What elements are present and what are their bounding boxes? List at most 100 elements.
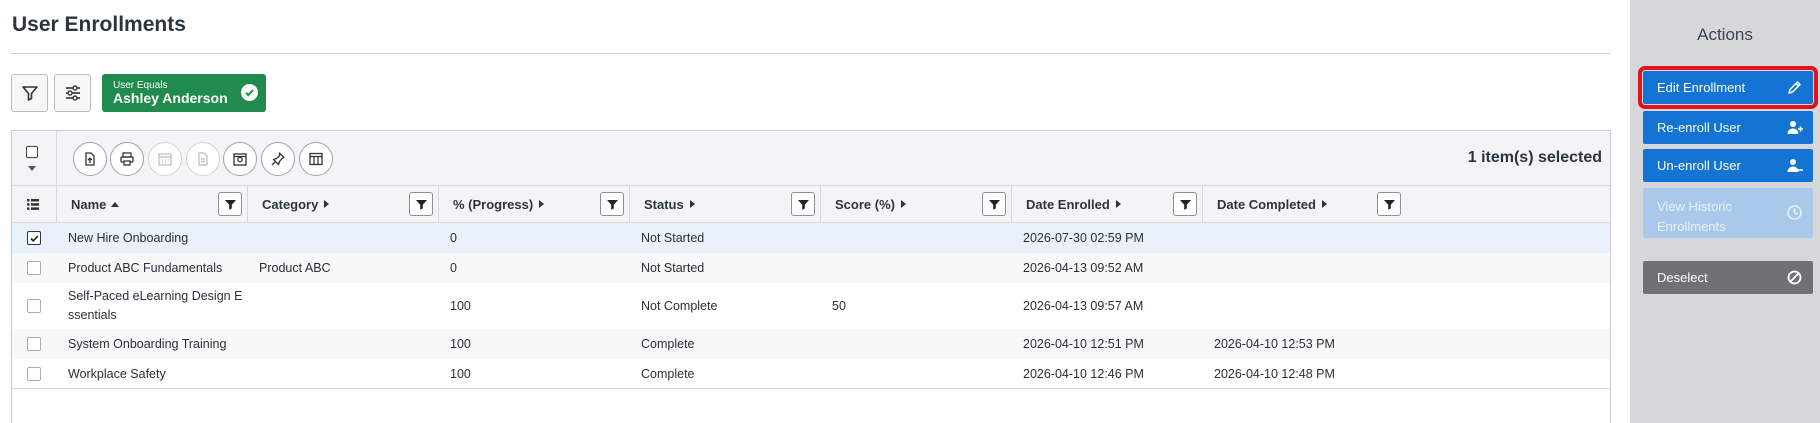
column-filter-button[interactable] [409,192,433,216]
edit-enrollment-label: Edit Enrollment [1657,80,1746,95]
cell-status: Not Started [641,231,705,245]
columns-icon [309,152,323,166]
sort-icon [1115,200,1121,208]
funnel-icon [797,199,809,210]
filter-chip[interactable]: User Equals Ashley Anderson [102,74,266,112]
clock-icon [1787,205,1802,220]
print-button[interactable] [110,142,144,176]
funnel-icon [415,199,427,210]
column-name-label[interactable]: Name [71,197,120,212]
document-icon [198,152,208,166]
cell-name: New Hire Onboarding [68,231,189,245]
column-filter-button[interactable] [1377,192,1401,216]
re-enroll-user-button[interactable]: Re-enroll User [1643,111,1813,144]
enrollments-grid: 1 item(s) selected Name Category % (Prog… [11,130,1611,423]
cell-progress: 100 [450,299,471,313]
column-status-label[interactable]: Status [644,197,695,212]
sliders-icon [65,85,80,101]
table-row[interactable]: Workplace Safety 100 Complete 2026-04-10… [12,359,1610,389]
column-settings-button[interactable] [54,74,91,112]
check-circle-icon [241,84,258,101]
cell-name: Product ABC Fundamentals [68,261,223,275]
block-icon [1787,270,1802,285]
cell-progress: 100 [450,367,471,381]
column-status[interactable]: Status [629,186,820,223]
row-checkbox[interactable] [27,261,41,275]
column-date-enrolled[interactable]: Date Enrolled [1011,186,1202,223]
table-row[interactable]: Self-Paced eLearning Design E ssentials … [12,283,1610,329]
deselect-button[interactable]: Deselect [1643,261,1813,294]
un-enroll-user-button[interactable]: Un-enroll User [1643,149,1813,182]
view-historic-enrollments-label: View Historic Enrollments [1657,199,1732,234]
print-icon [120,152,134,166]
cell-date-enrolled: 2026-04-13 09:57 AM [1023,299,1144,313]
column-filter-button[interactable] [982,192,1006,216]
column-category[interactable]: Category [247,186,438,223]
funnel-icon [224,199,236,210]
table-row[interactable]: Product ABC Fundamentals Product ABC 0 N… [12,253,1610,283]
calendar-icon [158,153,172,166]
row-options-header[interactable] [12,186,56,223]
filter-button[interactable] [11,74,48,112]
grid-toolbar: 1 item(s) selected [12,131,1610,186]
column-header-row: Name Category % (Progress) Status Score … [12,186,1610,223]
main-content: User Enrollments User Equals Ashley Ande… [0,0,1630,423]
column-progress[interactable]: % (Progress) [438,186,629,223]
column-date-completed[interactable]: Date Completed [1202,186,1610,223]
title-divider [11,53,1611,54]
cell-name: Workplace Safety [68,367,166,381]
certificate-button[interactable] [223,142,257,176]
deselect-label: Deselect [1657,270,1708,285]
table-row[interactable]: System Onboarding Training 100 Complete … [12,329,1610,359]
funnel-icon [1383,199,1395,210]
actions-panel: Actions Edit Enrollment Re-enroll User U… [1630,0,1820,423]
list-icon [27,199,39,210]
cell-status: Complete [641,367,695,381]
column-filter-button[interactable] [1173,192,1197,216]
column-date-enrolled-label[interactable]: Date Enrolled [1026,197,1121,212]
column-filter-button[interactable] [791,192,815,216]
page-title: User Enrollments [12,13,186,36]
view-historic-enrollments-button: View Historic Enrollments [1643,188,1813,238]
column-score[interactable]: Score (%) [820,186,1011,223]
export-button[interactable] [73,142,107,176]
column-filter-button[interactable] [600,192,624,216]
funnel-icon [21,86,38,101]
sort-icon [1321,200,1327,208]
select-options-chevron-icon[interactable] [28,166,36,171]
export-icon [85,152,95,166]
column-progress-label[interactable]: % (Progress) [453,197,545,212]
cell-progress: 0 [450,231,457,245]
column-score-label[interactable]: Score (%) [835,197,906,212]
row-checkbox[interactable] [27,367,41,381]
cell-status: Complete [641,337,695,351]
cell-name: System Onboarding Training [68,337,227,351]
sort-icon [324,200,330,208]
column-category-label[interactable]: Category [262,197,330,212]
sort-icon [539,200,545,208]
re-enroll-user-label: Re-enroll User [1657,120,1741,135]
row-checkbox[interactable] [27,231,41,245]
column-date-completed-label[interactable]: Date Completed [1217,197,1327,212]
pencil-icon [1788,81,1801,94]
user-remove-icon [1787,159,1803,172]
selection-count: 1 item(s) selected [1467,149,1602,166]
select-all-checkbox[interactable] [26,146,38,158]
cell-name-line: ssentials [68,308,117,322]
column-name[interactable]: Name [56,186,247,223]
funnel-icon [606,199,618,210]
cell-category: Product ABC [259,261,331,275]
pin-button[interactable] [261,142,295,176]
edit-enrollment-button[interactable]: Edit Enrollment [1638,66,1818,109]
column-filter-button[interactable] [218,192,242,216]
un-enroll-user-label: Un-enroll User [1657,158,1741,173]
cell-name: Self-Paced eLearning Design E ssentials [68,287,242,325]
row-checkbox[interactable] [27,299,41,313]
funnel-icon [1179,199,1191,210]
columns-button[interactable] [299,142,333,176]
table-row[interactable]: New Hire Onboarding 0 Not Started 2026-0… [12,223,1610,253]
cell-date-enrolled: 2026-04-10 12:46 PM [1023,367,1144,381]
cell-date-enrolled: 2026-07-30 02:59 PM [1023,231,1144,245]
cell-date-completed: 2026-04-10 12:48 PM [1214,367,1335,381]
row-checkbox[interactable] [27,337,41,351]
